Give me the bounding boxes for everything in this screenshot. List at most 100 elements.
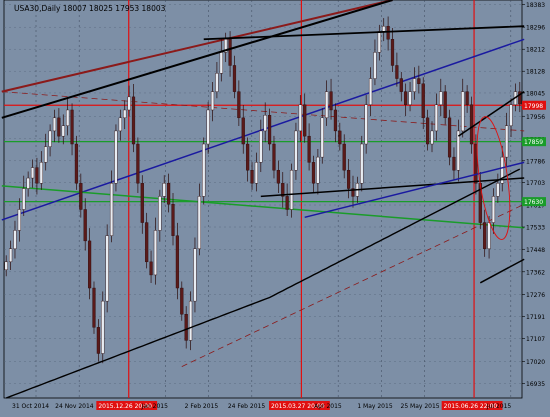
candle-bull bbox=[294, 130, 298, 171]
x-tick-label: 24 Nov 2014 bbox=[55, 403, 94, 410]
candle-bear bbox=[395, 65, 399, 79]
darkred-upper-trendline bbox=[1, 0, 393, 93]
candle-bull bbox=[496, 183, 500, 197]
candle-bull bbox=[259, 130, 263, 163]
candle-bull bbox=[127, 96, 131, 111]
candle-bull bbox=[487, 222, 491, 249]
candle-bull bbox=[197, 196, 201, 249]
level-label: 17630 bbox=[524, 199, 543, 206]
candle-bull bbox=[289, 169, 294, 210]
blue-channel-lower bbox=[304, 161, 525, 219]
y-tick-label: 17786 bbox=[526, 158, 545, 165]
candle-bull bbox=[4, 261, 8, 270]
x-tick-label: 25 May 2015 bbox=[401, 403, 440, 410]
chart-title: USA30,Daily 18007 18025 17953 18003 bbox=[14, 4, 166, 13]
candle-bear bbox=[404, 91, 408, 105]
x-tick-label: Jul 2015 bbox=[486, 403, 512, 410]
candle-bear bbox=[452, 156, 456, 171]
candle-bear bbox=[483, 222, 487, 249]
candle-bull bbox=[298, 104, 302, 132]
candle-bull bbox=[215, 73, 219, 92]
candle-bull bbox=[61, 125, 65, 137]
candle-bull bbox=[456, 130, 460, 171]
candle-bear bbox=[399, 78, 403, 92]
candle-bear bbox=[333, 109, 338, 132]
candle-bull bbox=[373, 52, 377, 79]
candle-bear bbox=[338, 130, 342, 145]
candle-bear bbox=[246, 143, 250, 171]
y-tick-label: 17448 bbox=[526, 247, 545, 254]
candle-bull bbox=[109, 183, 114, 236]
candle-bear bbox=[96, 327, 100, 354]
red-dashed-lower-trend bbox=[181, 203, 525, 367]
candle-bull bbox=[412, 78, 417, 92]
x-tick-label: 2 Feb 2015 bbox=[185, 403, 219, 410]
candle-bear bbox=[390, 39, 395, 66]
candle-bear bbox=[70, 109, 74, 145]
y-tick-label: 17276 bbox=[526, 292, 545, 299]
candle-bear bbox=[285, 196, 289, 210]
x-tick-label: 31 Oct 2014 bbox=[12, 403, 49, 410]
candle-bull bbox=[118, 117, 122, 132]
candle-bear bbox=[443, 91, 447, 119]
candle-bear bbox=[329, 91, 333, 111]
candle-bear bbox=[250, 169, 254, 184]
candle-bear bbox=[232, 65, 237, 92]
candle-bear bbox=[74, 143, 79, 184]
candle-bear bbox=[347, 169, 351, 189]
candle-bull bbox=[263, 115, 267, 132]
level-label: 17859 bbox=[524, 139, 543, 146]
candle-bear bbox=[237, 91, 241, 119]
candle-bear bbox=[421, 83, 425, 119]
candle-bear bbox=[136, 143, 140, 184]
y-tick-label: 18296 bbox=[526, 25, 545, 32]
candle-bear bbox=[417, 78, 421, 84]
y-tick-label: 17107 bbox=[526, 336, 545, 343]
candle-bull bbox=[30, 167, 35, 179]
candle-bull bbox=[408, 91, 412, 105]
x-tick-label: Apr 2015 bbox=[314, 403, 342, 410]
candle-bear bbox=[175, 235, 179, 289]
y-tick-label: 17020 bbox=[526, 359, 545, 366]
candle-bear bbox=[171, 204, 175, 236]
candle-bull bbox=[439, 91, 443, 105]
candle-bull bbox=[382, 25, 386, 32]
y-tick-label: 17703 bbox=[526, 180, 545, 187]
candle-bear bbox=[465, 91, 469, 105]
y-tick-label: 18383 bbox=[526, 2, 545, 9]
candle-bear bbox=[276, 169, 280, 184]
candle-bear bbox=[88, 240, 92, 289]
candle-bear bbox=[57, 117, 61, 137]
y-tick-label: 17533 bbox=[526, 225, 545, 232]
candlestick-chart: 1838318296182121812818045179561787017786… bbox=[1, 0, 546, 410]
candle-bull bbox=[52, 117, 57, 132]
x-tick-label: 24 Feb 2015 bbox=[228, 403, 266, 410]
candle-bull bbox=[114, 130, 118, 184]
candle-bull bbox=[153, 230, 158, 276]
axis-layer: 1838318296182121812818045179561787017786… bbox=[12, 2, 546, 410]
candle-bear bbox=[311, 162, 316, 184]
candle-bull bbox=[368, 78, 373, 105]
candle-bear bbox=[228, 39, 232, 66]
candle-bull bbox=[206, 109, 210, 145]
candle-bull bbox=[8, 248, 13, 263]
candle-bull bbox=[364, 104, 368, 145]
candle-bull bbox=[162, 183, 166, 197]
candle-bull bbox=[325, 91, 329, 119]
candle-bull bbox=[320, 117, 324, 158]
y-tick-label: 17956 bbox=[526, 114, 545, 121]
candle-bear bbox=[35, 167, 39, 184]
candle-bear bbox=[272, 143, 276, 171]
candle-bear bbox=[342, 143, 346, 171]
black-wedge-lower bbox=[479, 258, 525, 284]
chart-root: 1838318296182121812818045179561787017786… bbox=[0, 0, 550, 413]
candle-bull bbox=[505, 125, 509, 158]
candle-bull bbox=[101, 300, 105, 354]
candle-bear bbox=[303, 104, 307, 137]
y-tick-label: 18128 bbox=[526, 69, 545, 76]
candle-bear bbox=[184, 314, 188, 341]
candle-bull bbox=[254, 162, 259, 184]
y-tick-label: 18045 bbox=[526, 90, 545, 97]
candle-bear bbox=[149, 261, 153, 276]
candle-bull bbox=[491, 196, 496, 223]
